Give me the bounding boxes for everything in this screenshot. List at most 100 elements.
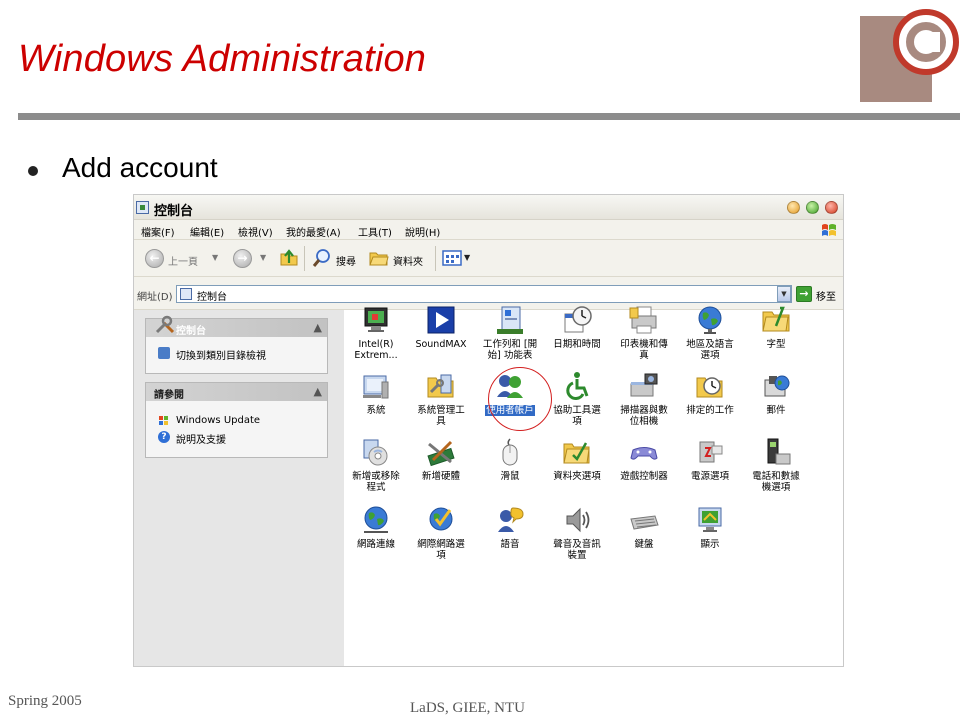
cp-item-mail[interactable]: 郵件 [744, 370, 808, 416]
task-box-title: 控制台 [176, 326, 206, 337]
menu-favorites[interactable]: 我的最愛(A) [286, 224, 341, 239]
title-divider [18, 113, 960, 120]
cp-item-display[interactable]: 顯示 [678, 504, 742, 550]
system-icon [363, 375, 389, 399]
go-arrow-icon[interactable]: → [796, 286, 812, 302]
menu-help[interactable]: 說明(H) [405, 224, 440, 239]
see-also-task-box: 請參閱 ▲ Windows Update ? 說明及支援 [145, 382, 328, 458]
maximize-button[interactable] [806, 201, 819, 214]
clock-icon [564, 306, 592, 333]
tools-icon [155, 315, 175, 334]
cp-item-add-remove-programs[interactable]: 新增或移除 程式 [344, 436, 408, 493]
forward-arrow-icon[interactable]: → [233, 249, 252, 268]
cp-item-soundmax[interactable]: SoundMAX [409, 304, 473, 350]
folders-icon[interactable] [369, 248, 389, 268]
cp-item-keyboard[interactable]: 鍵盤 [612, 504, 676, 550]
cp-item-admin-tools[interactable]: 系統管理工具 [409, 370, 473, 427]
cp-item-regional-language[interactable]: 地區及語言 選項 [678, 304, 742, 361]
cp-item-accessibility[interactable]: 協助工具選項 [545, 370, 609, 427]
toolbar: ← 上一頁 ▼ → ▼ 搜尋 資料夾 ▼ [134, 240, 843, 277]
address-input[interactable]: 控制台 [176, 285, 792, 303]
control-panel-task-box: 控制台 ▲ 切換到類別目錄檢視 [145, 315, 328, 374]
cp-item-label: 網路連線 [356, 539, 395, 550]
window-titlebar[interactable]: 控制台 [134, 195, 843, 220]
folders-button[interactable]: 資料夾 [393, 253, 423, 268]
mouse-icon [502, 438, 518, 466]
cp-item-label: 新增或移除 程式 [352, 471, 400, 493]
folder-options-icon [563, 442, 590, 464]
cp-item-phone-modem[interactable]: 電話和數據 機選項 [744, 436, 808, 493]
menu-view[interactable]: 檢視(V) [238, 224, 273, 239]
forward-dropdown-icon[interactable]: ▼ [260, 253, 266, 262]
up-folder-icon[interactable] [279, 248, 299, 268]
task-pane: 控制台 ▲ 切換到類別目錄檢視 請參閱 ▲ Windows Update ? 說… [134, 310, 344, 666]
scheduled-tasks-icon [696, 377, 723, 398]
power-icon [699, 441, 723, 463]
cp-item-mouse[interactable]: 滑鼠 [478, 436, 542, 482]
cp-item-label: 郵件 [766, 405, 786, 416]
cp-item-scanners-cameras[interactable]: 掃描器與數 位相機 [612, 370, 676, 427]
control-panel-small-icon [180, 288, 192, 300]
close-button[interactable] [825, 201, 838, 214]
cp-item-printers-faxes[interactable]: 印表機和傳真 [612, 304, 676, 361]
printer-icon [629, 306, 657, 334]
cp-item-label: 工作列和 [開 始] 功能表 [482, 339, 538, 361]
footer-organization: LaDS, GIEE, NTU [410, 700, 525, 716]
views-icon[interactable] [442, 248, 462, 268]
go-button[interactable]: 移至 [816, 288, 836, 303]
cp-item-sound-audio[interactable]: 聲音及音訊 裝置 [545, 504, 609, 561]
cp-item-label: 日期和時間 [553, 339, 601, 350]
admin-tools-icon [427, 374, 454, 398]
toolbar-separator [304, 246, 305, 271]
scanner-icon [630, 373, 658, 397]
menu-edit[interactable]: 編輯(E) [190, 224, 224, 239]
back-arrow-icon[interactable]: ← [145, 249, 164, 268]
cp-item-system[interactable]: 系統 [344, 370, 408, 416]
cp-item-power-options[interactable]: 電源選項 [678, 436, 742, 482]
back-button[interactable]: 上一頁 [168, 253, 198, 268]
task-box-header[interactable]: 控制台 ▲ [146, 315, 327, 337]
menu-file[interactable]: 檔案(F) [141, 224, 175, 239]
cp-item-label: 資料夾選項 [553, 471, 601, 482]
fonts-folder-icon [762, 306, 790, 332]
cp-item-network-connections[interactable]: 網路連線 [344, 504, 408, 550]
menu-bar: 檔案(F) 編輯(E) 檢視(V) 我的最愛(A) 工具(T) 說明(H) [134, 220, 843, 240]
task-box-title: 請參閱 [154, 390, 184, 401]
windows-flag-icon [822, 224, 836, 236]
collapse-chevron-icon[interactable]: ▲ [314, 385, 322, 398]
address-dropdown-icon[interactable]: ▼ [777, 286, 791, 302]
cp-item-taskbar-start[interactable]: 工作列和 [開 始] 功能表 [478, 304, 542, 361]
cp-item-label: Intel(R) Extrem... [354, 339, 398, 361]
cp-item-label: 電源選項 [690, 471, 729, 482]
task-box-header[interactable]: 請參閱 ▲ [146, 383, 327, 401]
cp-item-game-controllers[interactable]: 遊戲控制器 [612, 436, 676, 482]
footer-date: Spring 2005 [8, 693, 82, 709]
monitor-icon [364, 307, 388, 332]
collapse-chevron-icon[interactable]: ▲ [314, 321, 322, 334]
cp-item-folder-options[interactable]: 資料夾選項 [545, 436, 609, 482]
cp-item-fonts[interactable]: 字型 [744, 304, 808, 350]
cp-item-speech[interactable]: 語音 [478, 504, 542, 550]
search-button[interactable]: 搜尋 [336, 253, 356, 268]
cp-item-label: 地區及語言 選項 [686, 339, 734, 361]
control-panel-window: 控制台 檔案(F) 編輯(E) 檢視(V) 我的最愛(A) 工具(T) 說明(H… [133, 194, 844, 667]
minimize-button[interactable] [787, 201, 800, 214]
search-icon[interactable] [312, 248, 332, 268]
help-support-link[interactable]: 說明及支援 [176, 431, 226, 446]
cp-item-label: 新增硬體 [421, 471, 460, 482]
views-dropdown-icon[interactable]: ▼ [464, 253, 470, 262]
add-hardware-icon [427, 440, 455, 467]
cp-item-scheduled-tasks[interactable]: 排定的工作 [678, 370, 742, 416]
keyboard-icon [630, 515, 659, 530]
cp-item-add-hardware[interactable]: 新增硬體 [409, 436, 473, 482]
cp-item-date-time[interactable]: 日期和時間 [545, 304, 609, 350]
menu-tools[interactable]: 工具(T) [358, 224, 392, 239]
cp-item-label: 系統 [366, 405, 386, 416]
cp-item-label: 協助工具選項 [553, 405, 601, 427]
mail-icon [764, 375, 790, 397]
cp-item-internet-options[interactable]: 網際網路選項 [409, 504, 473, 561]
windows-update-link[interactable]: Windows Update [176, 415, 260, 426]
switch-category-view-link[interactable]: 切換到類別目錄檢視 [176, 347, 266, 362]
cp-item-intel-graphics[interactable]: Intel(R) Extrem... [344, 304, 408, 361]
back-dropdown-icon[interactable]: ▼ [212, 253, 218, 262]
